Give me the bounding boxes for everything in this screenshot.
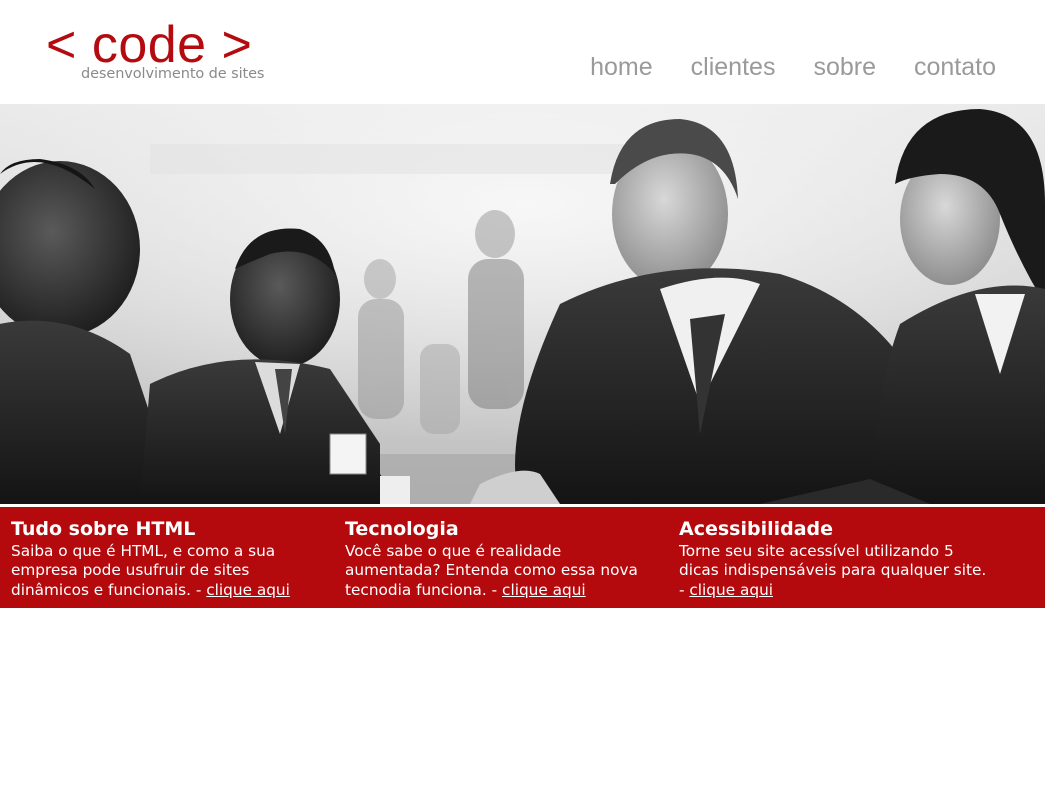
feature-title: Tudo sobre HTML [11,518,196,540]
feature-link[interactable]: clique aqui [689,581,773,599]
feature-title: Tecnologia [345,518,459,540]
feature-link[interactable]: clique aqui [502,581,586,599]
feature-text: Torne seu site acessível utilizando 5 di… [679,542,989,600]
feature-html: Tudo sobre HTML Saiba o que é HTML, e co… [11,518,321,600]
feature-tecnologia: Tecnologia Você sabe o que é realidade a… [345,518,655,600]
nav-contato[interactable]: contato [914,52,996,82]
nav-sobre[interactable]: sobre [813,52,876,82]
feature-acessibilidade: Acessibilidade Torne seu site acessível … [679,518,989,600]
logo-tagline: desenvolvimento de sites [81,66,265,82]
feature-text: Você sabe o que é realidade aumentada? E… [345,542,655,600]
feature-description: Você sabe o que é realidade aumentada? E… [345,542,638,599]
nav-home[interactable]: home [590,52,653,82]
nav-clientes[interactable]: clientes [691,52,776,82]
main-nav: home clientes sobre contato [590,52,996,82]
site-header: < code > desenvolvimento de sites home c… [0,0,1045,104]
features-strip: Tudo sobre HTML Saiba o que é HTML, e co… [0,507,1045,608]
hero-photo [0,104,1045,504]
feature-title: Acessibilidade [679,518,834,540]
feature-text: Saiba o que é HTML, e como a sua empresa… [11,542,321,600]
feature-link[interactable]: clique aqui [206,581,290,599]
hero-banner [0,104,1045,504]
logo[interactable]: < code > desenvolvimento de sites [46,16,286,88]
